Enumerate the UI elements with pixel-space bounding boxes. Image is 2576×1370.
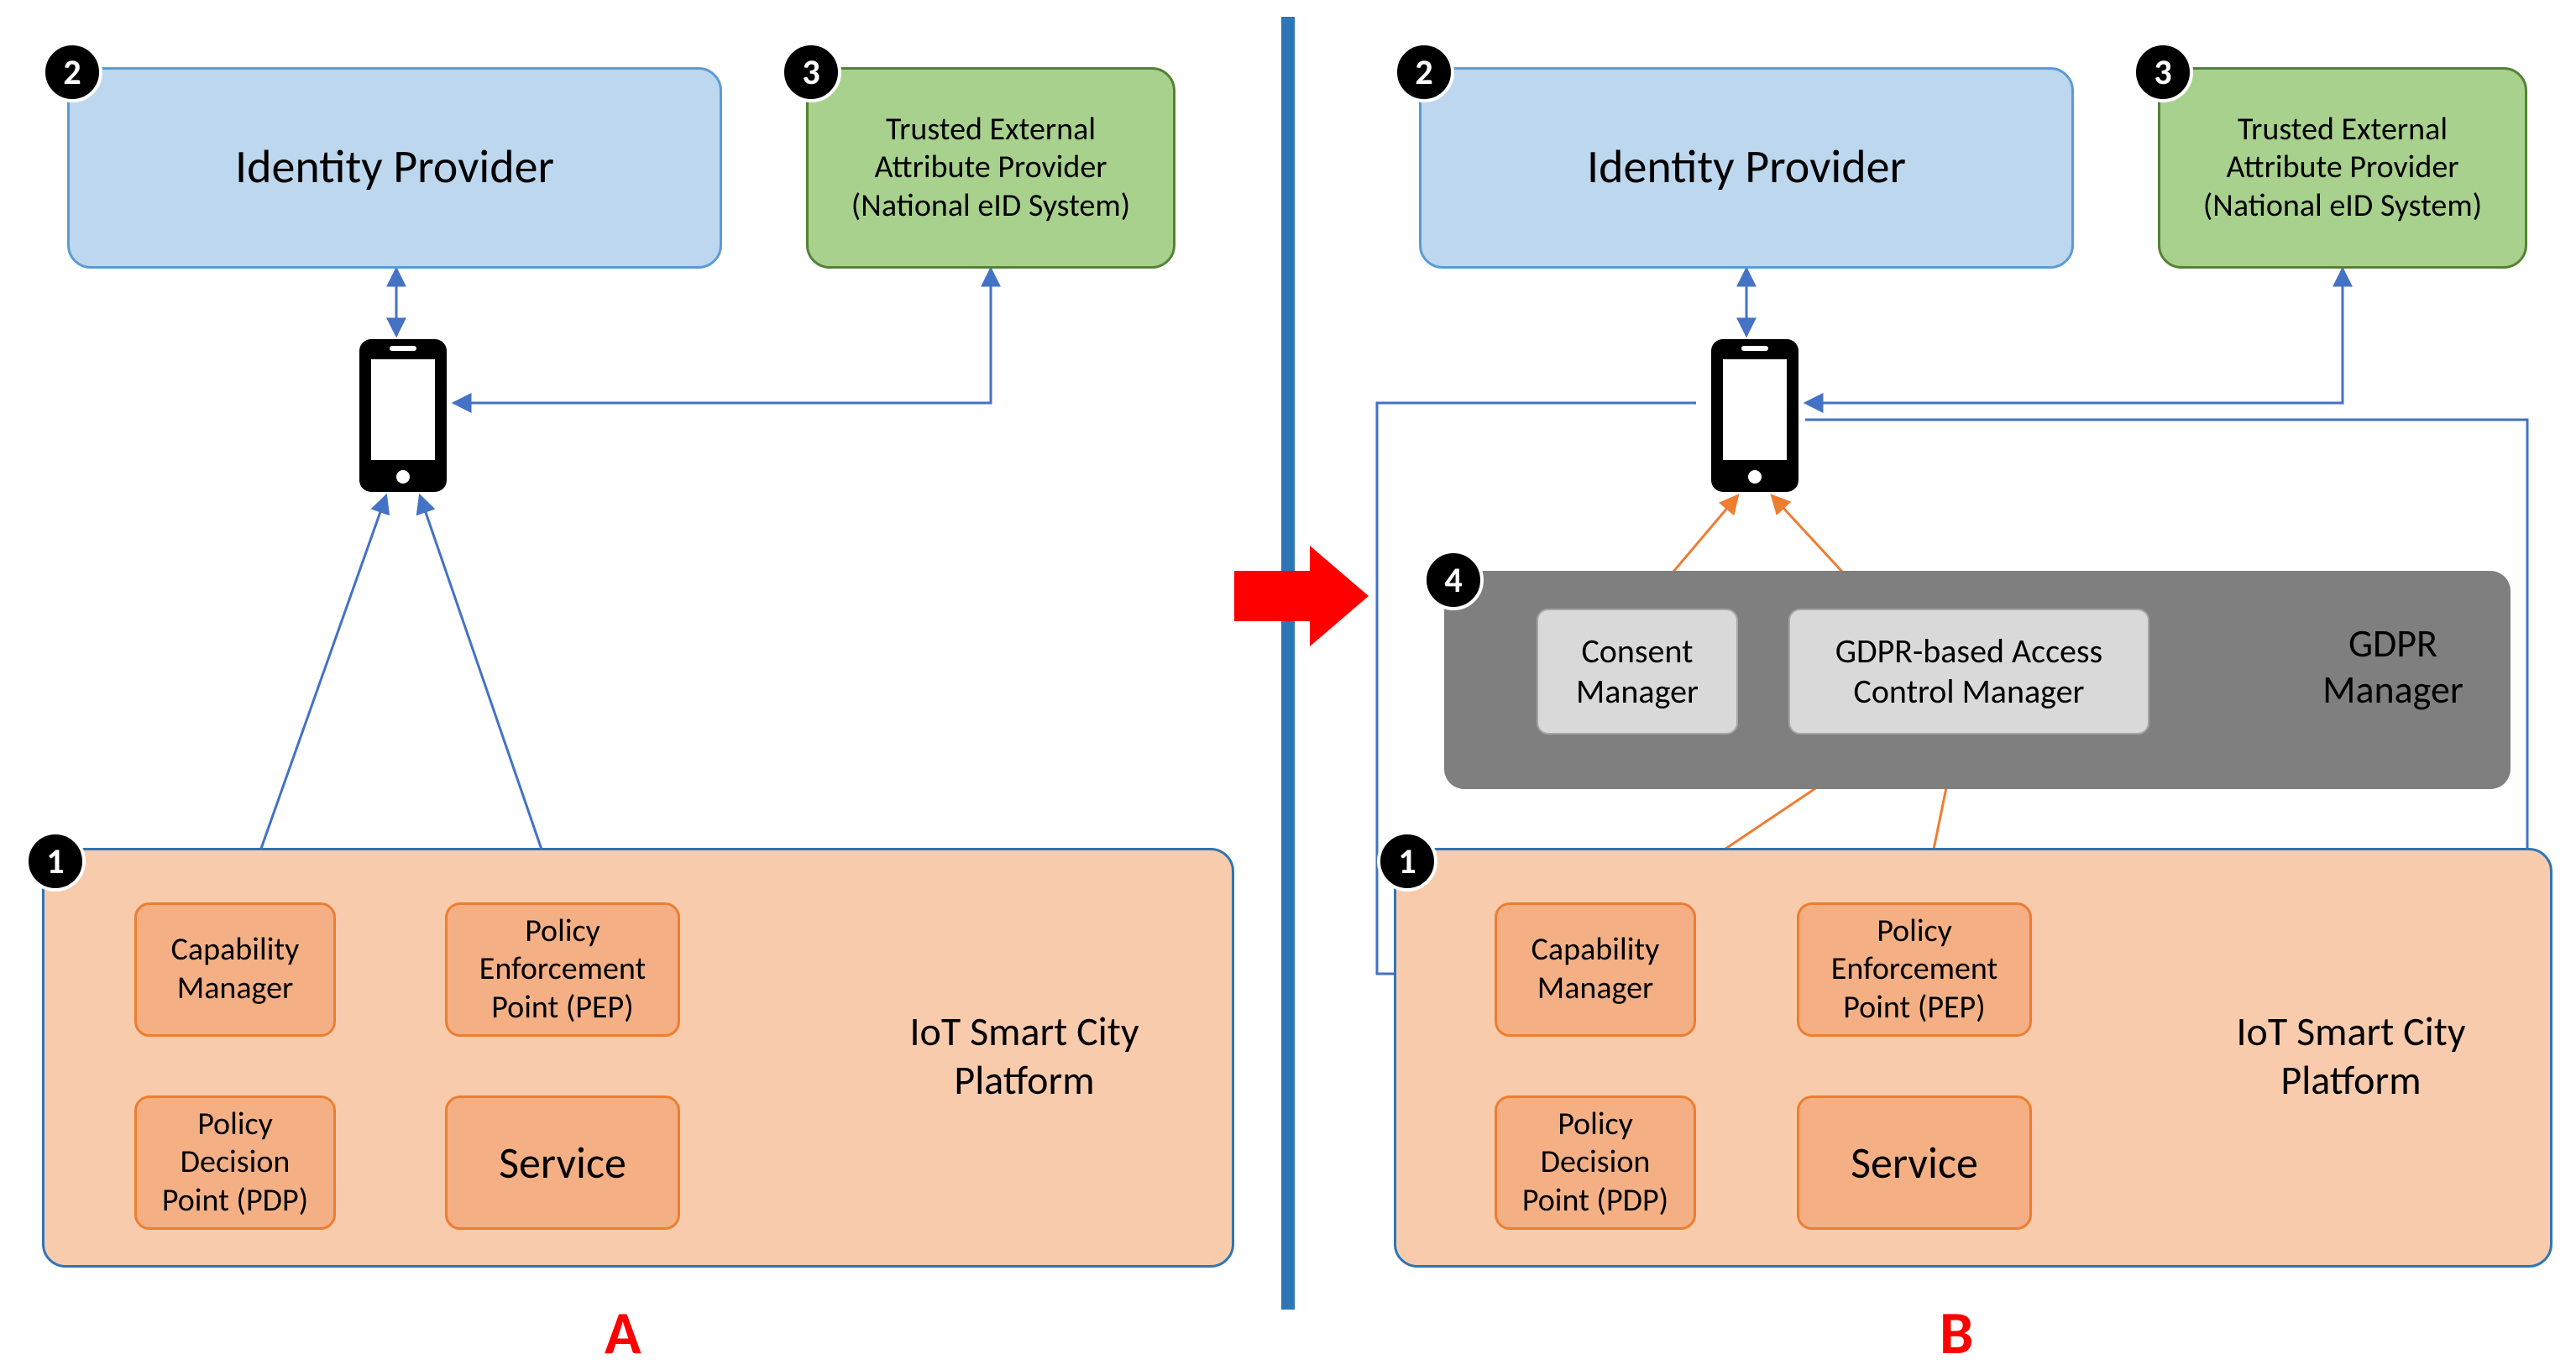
service-box-b: Service — [1797, 1095, 2032, 1230]
attr-line3-a: (National eID System) — [851, 187, 1130, 226]
identity-provider-title-b: Identity Provider — [1587, 139, 1906, 196]
capability-manager-box-a: Capability Manager — [134, 902, 336, 1037]
badge-4-b: 4 — [1423, 550, 1484, 610]
badge-1-a: 1 — [25, 831, 86, 892]
badge-2-b: 2 — [1394, 42, 1454, 102]
smartphone-icon-b — [1704, 336, 1805, 495]
pdp-box-b: Policy Decision Point (PDP) — [1495, 1095, 1696, 1230]
pep-box-a: Policy Enforcement Point (PEP) — [445, 902, 680, 1037]
badge-2-a: 2 — [42, 42, 102, 102]
consent-manager-box: Consent Manager — [1537, 609, 1738, 735]
badge-3-a: 3 — [781, 42, 841, 102]
pep-box-b: Policy Enforcement Point (PEP) — [1797, 902, 2032, 1037]
identity-provider-box-a: Identity Provider — [67, 67, 722, 269]
attribute-provider-box-b: Trusted External Attribute Provider (Nat… — [2158, 67, 2527, 269]
capability-manager-box-b: Capability Manager — [1495, 902, 1696, 1037]
identity-provider-box-b: Identity Provider — [1419, 67, 2074, 269]
attr-line2-a: Attribute Provider — [875, 149, 1107, 187]
attr-line2-b: Attribute Provider — [2227, 149, 2459, 187]
attr-line3-b: (National eID System) — [2203, 187, 2482, 226]
iot-platform-title-b: IoT Smart City Platform — [2183, 1007, 2519, 1104]
gdpr-access-control-box: GDPR-based Access Control Manager — [1788, 609, 2149, 735]
red-transition-arrow — [1234, 546, 1369, 646]
panel-label-b: B — [1940, 1297, 1973, 1369]
pdp-box-a: Policy Decision Point (PDP) — [134, 1095, 336, 1230]
service-box-a: Service — [445, 1095, 680, 1230]
badge-3-b: 3 — [2133, 42, 2193, 102]
panel-label-a: A — [605, 1297, 641, 1369]
gdpr-manager-title: GDPR Manager — [2301, 621, 2485, 714]
attr-line1-b: Trusted External — [2238, 111, 2448, 149]
attr-line1-a: Trusted External — [886, 111, 1096, 149]
badge-1-b: 1 — [1377, 831, 1437, 892]
smartphone-icon-a — [353, 336, 453, 495]
attribute-provider-box-a: Trusted External Attribute Provider (Nat… — [806, 67, 1175, 269]
iot-platform-title-a: IoT Smart City Platform — [856, 1007, 1192, 1104]
identity-provider-title-a: Identity Provider — [235, 139, 554, 196]
